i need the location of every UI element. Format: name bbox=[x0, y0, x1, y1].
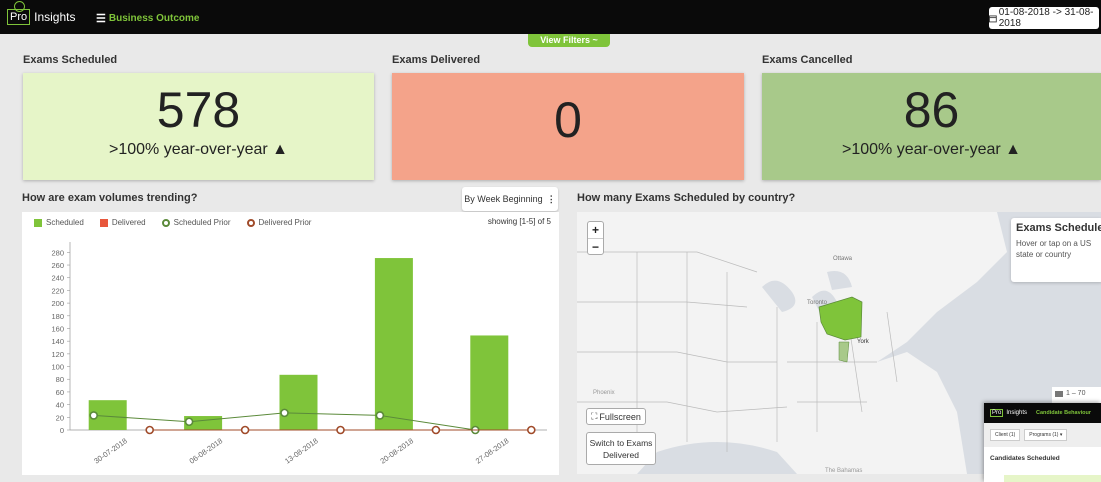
kpi-value-scheduled: 578 bbox=[156, 82, 241, 138]
point-delivered-prior bbox=[336, 425, 345, 435]
thumbnail-filter-row: Client (1) Programs (1) ▾ bbox=[984, 423, 1101, 447]
business-outcome-label: Business Outcome bbox=[108, 13, 200, 24]
kpi-title-delivered: Exams Delivered bbox=[392, 54, 481, 66]
y-tick-label: 220 bbox=[51, 286, 64, 295]
zoom-in-button[interactable]: + bbox=[588, 222, 603, 238]
y-tick-label: 260 bbox=[51, 261, 64, 270]
y-tick-label: 20 bbox=[56, 413, 64, 422]
date-range-button[interactable]: 01-08-2018 -> 31-08-2018 bbox=[989, 7, 1099, 29]
kebab-menu-icon: ⋮ bbox=[546, 193, 556, 204]
app-logo[interactable]: Pro Insights bbox=[7, 1, 76, 25]
kpi-card-scheduled[interactable]: 578 >100% year-over-year ▲ bbox=[23, 73, 374, 180]
map-info-text: Hover or tap on a US state or country bbox=[1016, 239, 1092, 259]
map-label-phoenix: Phoenix bbox=[593, 390, 615, 396]
thumbnail-client-filter[interactable]: Client (1) bbox=[990, 429, 1021, 441]
y-tick-label: 100 bbox=[51, 363, 64, 372]
switch-to-delivered-button[interactable]: Switch to Exams Delivered bbox=[586, 432, 656, 465]
map-title: How many Exams Scheduled by country? bbox=[577, 192, 796, 204]
calendar-icon bbox=[989, 14, 997, 22]
point-delivered-prior bbox=[240, 425, 250, 435]
point-delivered-prior bbox=[526, 425, 536, 435]
map-info-title: Exams Scheduled bbox=[1016, 222, 1101, 234]
candidate-behaviour-thumbnail[interactable]: Pro Insights Candidate Behaviour Client … bbox=[984, 403, 1101, 482]
thumbnail-menu-label: Candidate Behaviour bbox=[1036, 410, 1092, 416]
bar-scheduled bbox=[470, 335, 509, 430]
y-tick-label: 200 bbox=[51, 299, 64, 308]
kpi-card-cancelled[interactable]: 86 >100% year-over-year ▲ bbox=[762, 73, 1101, 180]
map-legend-range: 1 – 70 bbox=[1066, 390, 1086, 397]
trend-chart: 0 20 40 60 80 100 120 140 160 180 200 220 240 260 280 3… bbox=[51, 242, 547, 466]
kpi-value-cancelled: 86 bbox=[903, 82, 960, 138]
view-filters-button[interactable]: View Filters ~ bbox=[528, 34, 610, 47]
trend-title: How are exam volumes trending? bbox=[22, 192, 198, 204]
point-delivered-prior bbox=[431, 425, 441, 435]
thumbnail-topbar: Pro Insights Candidate Behaviour bbox=[984, 403, 1101, 423]
map-label-toronto: Toronto bbox=[807, 300, 828, 306]
map-label-ottawa: Ottawa bbox=[833, 256, 853, 262]
kpi-card-delivered[interactable]: 0 bbox=[392, 73, 744, 180]
y-tick-label: 140 bbox=[51, 337, 64, 346]
fullscreen-label: Fullscreen bbox=[599, 411, 641, 422]
bar-scheduled bbox=[374, 258, 413, 430]
fullscreen-button[interactable]: ⛶ Fullscreen bbox=[586, 408, 646, 425]
y-tick-label: 60 bbox=[56, 388, 64, 397]
zoom-out-button[interactable]: − bbox=[588, 238, 603, 255]
zoom-control: + − bbox=[587, 221, 604, 255]
map-info-box: Exams Scheduled Hover or tap on a US sta… bbox=[1011, 218, 1101, 282]
kpi-title-scheduled: Exams Scheduled bbox=[23, 54, 118, 66]
point-scheduled-prior bbox=[89, 411, 98, 420]
x-tick-label: 20-08-2018 bbox=[378, 436, 415, 465]
y-tick-label: 180 bbox=[51, 312, 64, 321]
map-label-bahamas: The Bahamas bbox=[825, 468, 862, 474]
kpi-sub-cancelled: >100% year-over-year ▲ bbox=[841, 141, 1022, 158]
y-tick-label: 280 bbox=[51, 248, 64, 257]
y-tick-label: 240 bbox=[51, 274, 64, 283]
map-label-york: York bbox=[857, 339, 870, 345]
y-tick-label: 0 bbox=[60, 426, 64, 435]
bar-scheduled bbox=[279, 374, 318, 430]
x-tick-label: 06-08-2018 bbox=[188, 436, 225, 465]
thumbnail-programs-filter[interactable]: Programs (1) ▾ bbox=[1024, 429, 1068, 441]
kpi-title-cancelled: Exams Cancelled bbox=[762, 54, 853, 66]
point-scheduled-prior bbox=[184, 417, 194, 427]
thumbnail-candidates-label: Candidates Scheduled bbox=[990, 455, 1060, 462]
y-tick-label: 120 bbox=[51, 350, 64, 359]
x-tick-label: 30-07-2018 bbox=[92, 436, 129, 465]
map-legend-row: 1 – 70 bbox=[1055, 390, 1099, 397]
point-scheduled-prior bbox=[280, 408, 289, 418]
kpi-value-delivered: 0 bbox=[554, 92, 582, 148]
map-legend-swatch bbox=[1055, 390, 1063, 397]
point-delivered-prior bbox=[145, 425, 154, 435]
y-tick-label: 40 bbox=[56, 401, 64, 410]
x-tick-label: 27-08-2018 bbox=[474, 436, 511, 465]
kpi-sub-scheduled: >100% year-over-year ▲ bbox=[108, 141, 289, 158]
x-tick-label: 13-08-2018 bbox=[283, 436, 320, 465]
thumbnail-logo-text: Insights bbox=[1006, 410, 1028, 416]
hamburger-icon: ☰ bbox=[96, 13, 106, 25]
y-tick-label: 80 bbox=[56, 375, 64, 384]
logo-mark: Pro bbox=[7, 1, 31, 25]
date-range-label: 01-08-2018 -> 31-08-2018 bbox=[998, 7, 1094, 29]
by-week-beginning-button[interactable]: By Week Beginning ⋮ bbox=[462, 187, 558, 211]
business-outcome-menu[interactable]: ☰ Business Outcome bbox=[96, 12, 199, 25]
top-bar: Pro Insights ☰ Business Outcome 01-08-20… bbox=[0, 0, 1101, 34]
thumbnail-card bbox=[1004, 475, 1101, 482]
new-jersey-state[interactable] bbox=[838, 341, 850, 363]
fullscreen-icon: ⛶ bbox=[591, 411, 598, 421]
by-week-beginning-label: By Week Beginning bbox=[464, 194, 543, 204]
y-tick-label: 160 bbox=[51, 324, 64, 333]
logo-text: Insights bbox=[34, 10, 76, 24]
thumbnail-logo-mark: Pro bbox=[990, 409, 1004, 417]
trend-chart-panel: Scheduled Delivered Scheduled Prior Deli… bbox=[22, 212, 559, 475]
point-scheduled-prior bbox=[375, 411, 385, 420]
